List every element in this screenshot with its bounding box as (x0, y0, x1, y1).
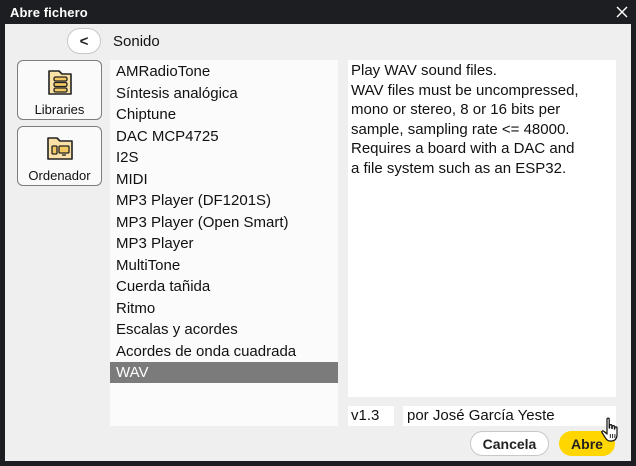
file-list-item[interactable]: WAV (110, 362, 338, 383)
description-panel: Play WAV sound files. WAV files must be u… (348, 60, 616, 397)
computer-folder-icon (46, 137, 73, 160)
library-books-icon (47, 70, 72, 95)
file-list-item[interactable]: MultiTone (110, 255, 338, 276)
author-field: por José García Yeste (403, 406, 616, 426)
title-bar[interactable]: Abre fichero (0, 0, 636, 24)
description-line: Requires a board with a DAC and (351, 140, 575, 158)
file-list-item[interactable]: MP3 Player (110, 233, 338, 254)
file-list-item[interactable]: DAC MCP4725 (110, 126, 338, 147)
description-line: mono or stereo, 8 or 16 bits per (351, 101, 561, 119)
cancel-button[interactable]: Cancela (470, 431, 549, 456)
file-list-item[interactable]: I2S (110, 147, 338, 168)
dialog-body: < Sonido Libraries Ordenador AMRadioTone… (5, 24, 631, 461)
sidebar-libraries-button[interactable]: Libraries (17, 60, 102, 120)
file-list-item[interactable]: Síntesis analógica (110, 83, 338, 104)
file-list-item[interactable]: MP3 Player (DF1201S) (110, 190, 338, 211)
close-icon[interactable] (614, 4, 630, 20)
description-line: WAV files must be uncompressed, (351, 81, 579, 99)
file-list[interactable]: AMRadioTone Síntesis analógica Chiptune DAC… (110, 60, 338, 426)
file-list-item[interactable]: Escalas y acordes (110, 319, 338, 340)
sidebar-computer-button[interactable]: Ordenador (17, 126, 102, 186)
file-list-item[interactable]: MIDI (110, 169, 338, 190)
back-button[interactable]: < (67, 28, 101, 54)
description-line: a file system such as an ESP32. (351, 159, 567, 177)
hand-cursor-icon (601, 417, 618, 442)
file-list-item[interactable]: MP3 Player (Open Smart) (110, 212, 338, 233)
description-line: sample, sampling rate <= 48000. (351, 120, 570, 138)
file-list-item[interactable]: Ritmo (110, 298, 338, 319)
description-line: Play WAV sound files. (351, 62, 497, 79)
window-title: Abre fichero (10, 5, 88, 20)
file-list-item[interactable]: AMRadioTone (110, 61, 338, 82)
version-field: v1.3 (348, 406, 394, 426)
file-list-item[interactable]: Chiptune (110, 104, 338, 125)
file-list-item[interactable]: Cuerda tañida (110, 276, 338, 297)
open-file-dialog: Abre fichero < Sonido Libraries Ordenado… (0, 0, 636, 466)
current-folder-label: Sonido (113, 33, 160, 50)
sidebar-computer-label: Ordenador (28, 168, 91, 183)
file-list-item[interactable]: Acordes de onda cuadrada (110, 341, 338, 362)
sidebar-libraries-label: Libraries (34, 102, 85, 117)
